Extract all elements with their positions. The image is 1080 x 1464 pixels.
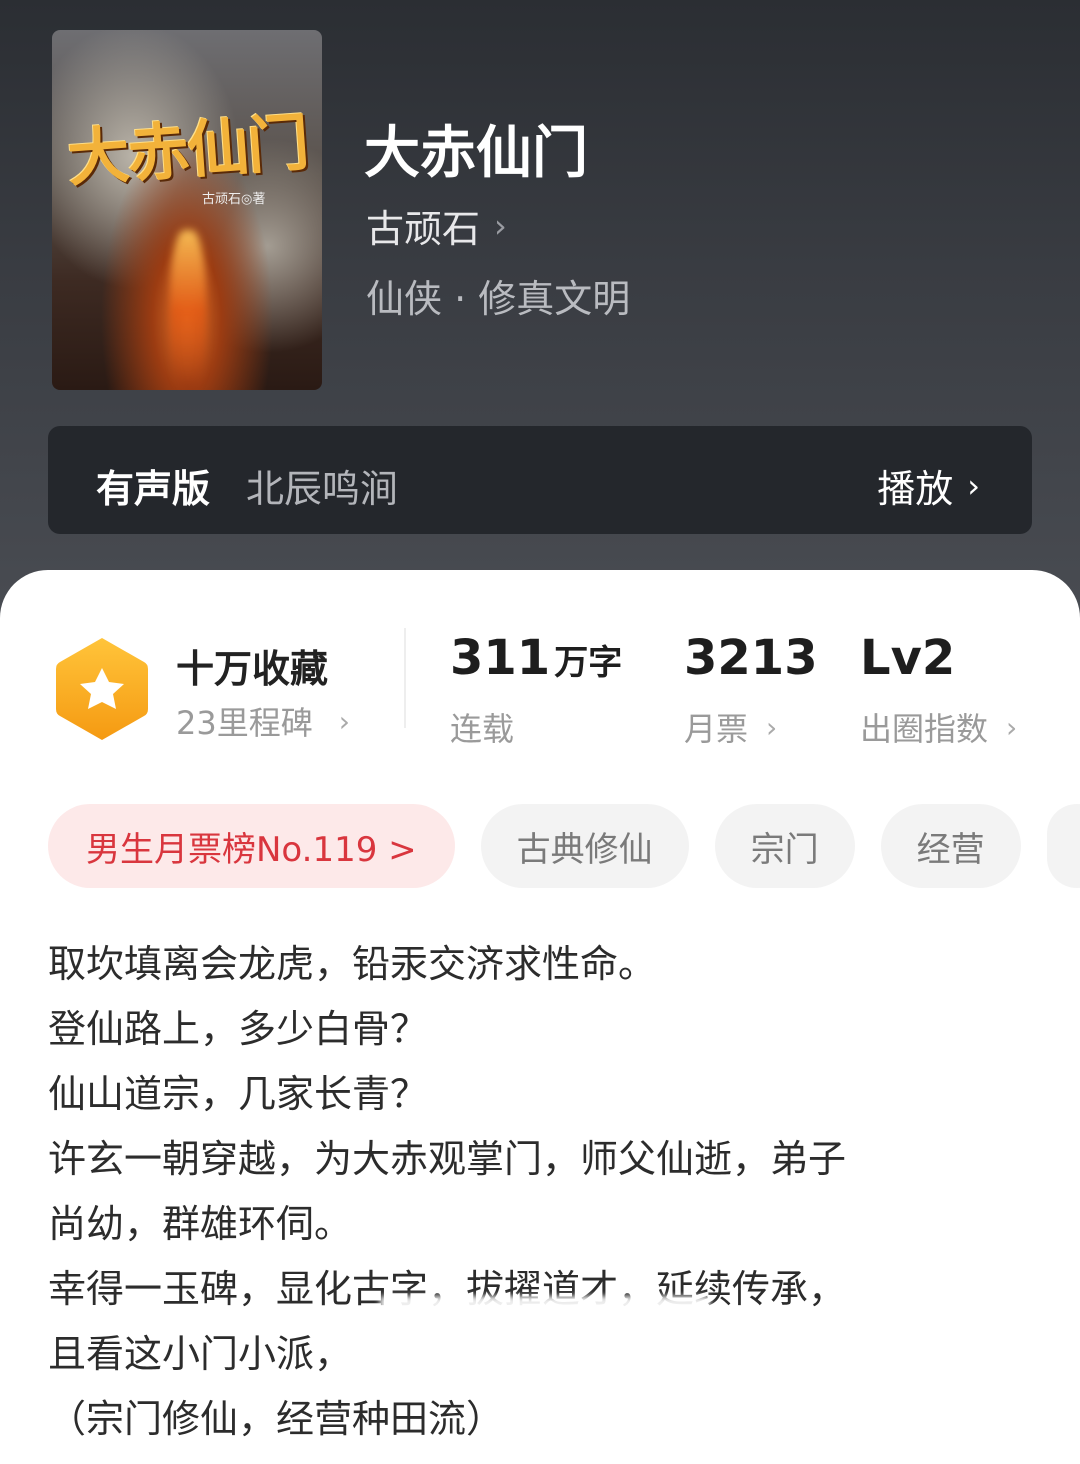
- word-count-unit: 万字: [554, 643, 623, 683]
- description-line: （宗门修仙，经营种田流）: [48, 1397, 505, 1441]
- book-cover[interactable]: 大赤仙门 古顽石◎著: [52, 30, 322, 390]
- milestones-label: 23里程碑: [176, 704, 313, 742]
- monthly-votes-label: 月票: [684, 710, 749, 748]
- monthly-votes-value: 3213: [684, 630, 818, 686]
- word-count-value: 311: [450, 630, 551, 686]
- favorites-title: 十万收藏: [176, 647, 329, 691]
- audio-narrator: 北辰鸣涧: [246, 467, 399, 511]
- audio-label: 有声版: [96, 467, 211, 511]
- description-line: 尚幼，群雄环伺。: [48, 1202, 353, 1246]
- redaction-overlay: [380, 1296, 710, 1376]
- monthly-votes-stat[interactable]: 3213 月票 ›: [684, 630, 818, 750]
- serial-status: 连载: [450, 710, 515, 748]
- description-line: 登仙路上，多少白骨？: [48, 1007, 429, 1051]
- author-name: 古顽石: [366, 207, 481, 251]
- influence-stat[interactable]: Lv2 出圈指数 ›: [860, 630, 1017, 750]
- tag-chip[interactable]: 宗门: [714, 804, 855, 888]
- cover-art: [170, 230, 206, 390]
- chevron-right-icon: ›: [338, 704, 350, 738]
- genre-label: 仙侠 · 修真文明: [366, 277, 631, 321]
- tag-row: 男生月票榜No.119 > 古典修仙 宗门 经营: [48, 804, 1080, 888]
- stats-divider: [404, 628, 406, 728]
- book-header: 大赤仙门 古顽石◎著 大赤仙门 古顽石 › 仙侠 · 修真文明 有声版 北辰鸣涧…: [0, 0, 1080, 640]
- influence-label: 出圈指数: [860, 710, 989, 748]
- play-label: 播放: [877, 467, 954, 511]
- cover-author: 古顽石◎著: [202, 192, 266, 207]
- description-line: 许玄一朝穿越，为大赤观掌门，师父仙逝，弟子: [48, 1137, 847, 1181]
- description-line: 取坎填离会龙虎，铅汞交济求性命。: [48, 942, 657, 986]
- tag-chip[interactable]: 经营: [880, 804, 1021, 888]
- chevron-right-icon: ›: [967, 466, 980, 505]
- author-link[interactable]: 古顽石 ›: [366, 198, 507, 253]
- word-count-stat: 311 万字 连载: [450, 630, 622, 750]
- milestones-link[interactable]: 23里程碑 ›: [176, 698, 350, 744]
- chevron-right-icon: ›: [1006, 710, 1018, 744]
- chevron-right-icon: ›: [766, 710, 778, 744]
- tag-chip[interactable]: 古典修仙: [480, 804, 689, 888]
- tag-chip[interactable]: [1046, 804, 1080, 888]
- cover-title: 大赤仙门: [65, 105, 310, 196]
- audio-version-bar[interactable]: 有声版 北辰鸣涧 播放 ›: [48, 426, 1032, 534]
- book-title: 大赤仙门: [364, 120, 588, 186]
- rank-tag[interactable]: 男生月票榜No.119 >: [48, 804, 455, 888]
- influence-value: Lv2: [860, 630, 956, 686]
- description-line: 仙山道宗，几家长青？: [48, 1072, 429, 1116]
- play-button[interactable]: 播放 ›: [877, 458, 980, 513]
- chevron-right-icon: ›: [494, 206, 507, 245]
- star-badge-icon[interactable]: [54, 634, 150, 744]
